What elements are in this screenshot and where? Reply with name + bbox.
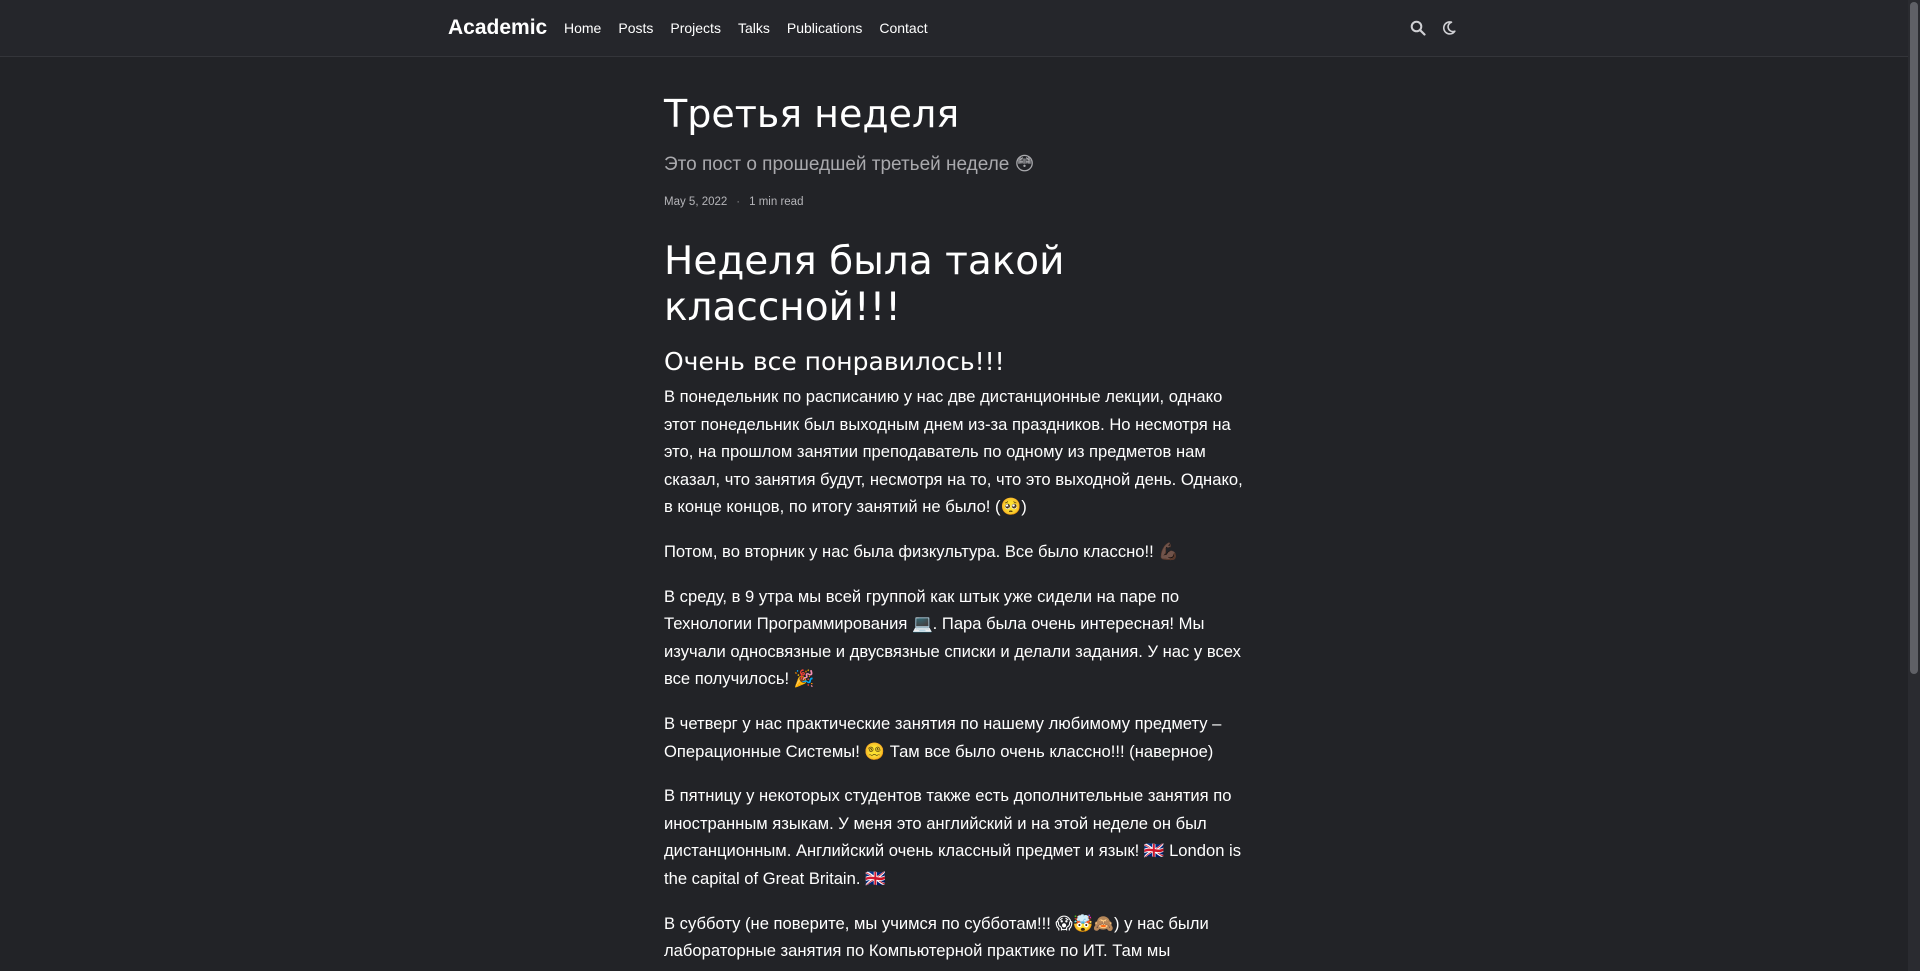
brand-logo[interactable]: Academic xyxy=(448,16,547,40)
nav-link-publications[interactable]: Publications xyxy=(787,20,863,36)
article-heading-2: Очень все понравилось!!! xyxy=(664,347,1005,376)
browser-page: Academic Home Posts Projects Talks Publi… xyxy=(0,0,1920,971)
navbar: Academic Home Posts Projects Talks Publi… xyxy=(0,0,1908,57)
nav-link-projects[interactable]: Projects xyxy=(670,20,721,36)
nav-links: Home Posts Projects Talks Publications C… xyxy=(564,20,945,36)
paragraph-tuesday: Потом, во вторник у нас была физкультура… xyxy=(664,541,1180,561)
page-title: Третья неделя xyxy=(664,92,960,136)
read-time: 1 min read xyxy=(749,196,804,208)
nav-link-home[interactable]: Home xyxy=(564,20,601,36)
paragraph-thursday: В четверг у нас практические занятия по … xyxy=(664,713,1222,761)
meta-separator: · xyxy=(736,196,741,208)
nav-link-contact[interactable]: Contact xyxy=(879,20,927,36)
scrollbar[interactable] xyxy=(1908,0,1920,971)
paragraph-wednesday: В среду, в 9 утра мы всей группой как шт… xyxy=(664,586,1241,689)
post-content: Третья неделя Это пост о прошедшей треть… xyxy=(664,88,1244,971)
nav-link-posts[interactable]: Posts xyxy=(618,20,653,36)
nav-link-talks[interactable]: Talks xyxy=(738,20,770,36)
paragraph-friday: В пятницу у некоторых студентов также ес… xyxy=(664,786,1242,888)
paragraph-saturday: В субботу (не поверите, мы учимся по суб… xyxy=(664,913,1209,961)
moon-icon[interactable] xyxy=(1440,19,1457,36)
page-subtitle: Это пост о прошедшей третьей неделе 😳 xyxy=(664,154,1035,175)
nav-icons xyxy=(1409,19,1457,36)
article-heading-1: Неделя была такой классной!!! xyxy=(664,239,1065,330)
search-icon[interactable] xyxy=(1409,19,1426,36)
scrollbar-thumb[interactable] xyxy=(1910,2,1918,674)
post-date: May 5, 2022 xyxy=(664,196,728,208)
post-meta: May 5, 2022 · 1 min read xyxy=(664,194,1244,210)
paragraph-monday: В понедельник по расписанию у нас две ди… xyxy=(664,387,1243,517)
article-body: Неделя была такой классной!!! Очень все … xyxy=(664,239,1244,965)
